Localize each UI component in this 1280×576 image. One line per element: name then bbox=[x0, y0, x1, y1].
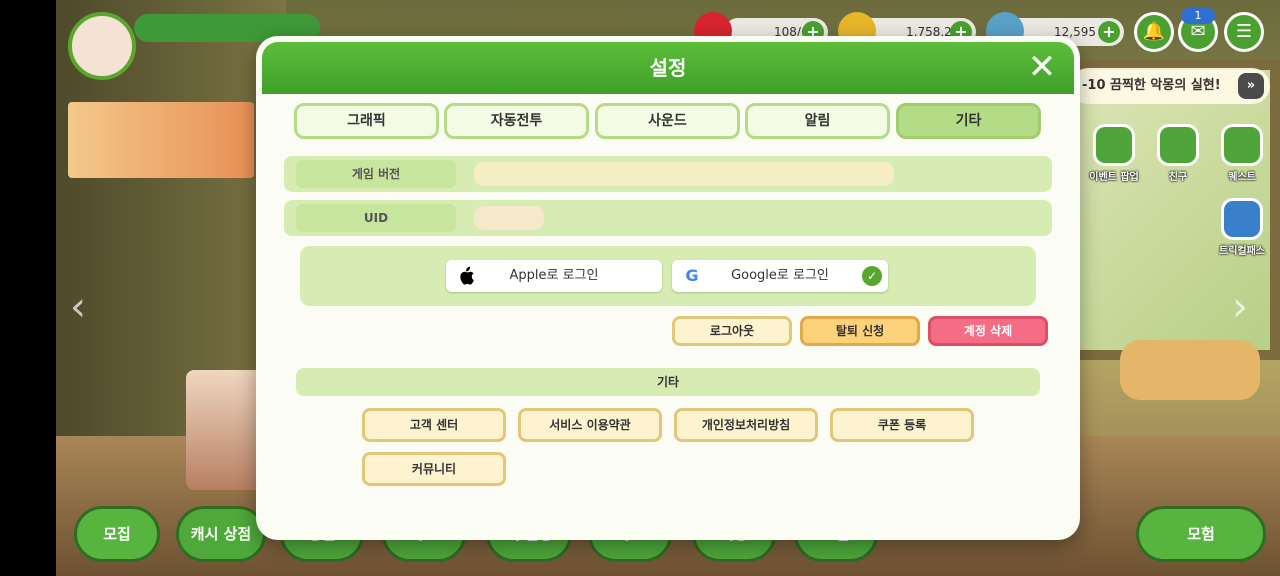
tab-notification-label: 알림 bbox=[804, 113, 831, 129]
player-avatar[interactable] bbox=[68, 12, 136, 80]
privacy-policy-button[interactable]: 개인정보처리방침 bbox=[674, 408, 818, 442]
apple-login-label: Apple로 로그인 bbox=[509, 268, 599, 283]
nav-adventure-label: 모험 bbox=[1187, 525, 1215, 543]
game-version-row: 게임 버전 bbox=[284, 156, 1052, 192]
withdraw-label: 탈퇴 신청 bbox=[835, 324, 885, 338]
uid-row: UID bbox=[284, 200, 1052, 236]
etc-section-header: 기타 bbox=[296, 368, 1040, 396]
tab-auto-battle-label: 자동전투 bbox=[490, 113, 543, 129]
letterbox-left bbox=[0, 0, 56, 576]
pass-icon bbox=[1221, 198, 1263, 240]
google-icon: G bbox=[685, 266, 699, 285]
community-label: 커뮤니티 bbox=[411, 462, 457, 476]
uid-label: UID bbox=[296, 204, 456, 232]
trickcal-pass-button[interactable]: 트릭컬패스 bbox=[1214, 198, 1270, 257]
tab-graphics-label: 그래픽 bbox=[347, 113, 386, 129]
tab-auto-battle[interactable]: 자동전투 bbox=[444, 103, 589, 139]
tab-etc-label: 기타 bbox=[955, 113, 982, 129]
logout-button[interactable]: 로그아웃 bbox=[672, 316, 792, 346]
promo-banner[interactable] bbox=[68, 102, 254, 178]
tab-etc[interactable]: 기타 bbox=[896, 103, 1041, 139]
mail-badge: 1 bbox=[1181, 8, 1215, 24]
delete-account-label: 계정 삭제 bbox=[963, 324, 1013, 338]
nav-adventure[interactable]: 모험 bbox=[1136, 506, 1266, 562]
modal-title: 설정 bbox=[649, 56, 687, 80]
community-button[interactable]: 커뮤니티 bbox=[362, 452, 506, 486]
check-icon: ✓ bbox=[862, 266, 882, 286]
nav-recruit-label: 모집 bbox=[103, 525, 131, 543]
bell-icon[interactable]: 🔔 bbox=[1134, 12, 1174, 52]
bread-decoration bbox=[1120, 340, 1260, 400]
fast-forward-icon[interactable]: » bbox=[1238, 73, 1264, 99]
coupon-register-label: 쿠폰 등록 bbox=[877, 418, 927, 432]
friend-label: 친구 bbox=[1168, 172, 1188, 183]
privacy-policy-label: 개인정보처리방침 bbox=[701, 418, 791, 432]
customer-center-button[interactable]: 고객 센터 bbox=[362, 408, 506, 442]
friend-button[interactable]: 친구 bbox=[1150, 124, 1206, 183]
friend-icon bbox=[1157, 124, 1199, 166]
withdraw-button[interactable]: 탈퇴 신청 bbox=[800, 316, 920, 346]
logout-label: 로그아웃 bbox=[709, 324, 755, 338]
tab-sound-label: 사운드 bbox=[648, 113, 687, 129]
quest-button[interactable]: 퀘스트 bbox=[1214, 124, 1270, 183]
coupon-register-button[interactable]: 쿠폰 등록 bbox=[830, 408, 974, 442]
event-popup-label: 이벤트 팝업 bbox=[1089, 172, 1139, 183]
chevron-left-icon[interactable]: ‹ bbox=[70, 284, 86, 330]
quest-icon bbox=[1221, 124, 1263, 166]
quest-banner-text: -10 끔찍한 악몽의 실현! bbox=[1082, 78, 1221, 93]
nav-recruit[interactable]: 모집 bbox=[74, 506, 160, 562]
menu-icon[interactable]: ☰ bbox=[1224, 12, 1264, 52]
modal-header: 설정 ✕ bbox=[262, 42, 1074, 94]
quest-banner[interactable]: -10 끔찍한 악몽의 실현! » bbox=[1070, 68, 1270, 104]
delete-account-button[interactable]: 계정 삭제 bbox=[928, 316, 1048, 346]
apple-login-button[interactable]: Apple로 로그인 bbox=[446, 260, 662, 292]
settings-modal: 설정 ✕ 그래픽 자동전투 사운드 알림 기타 게임 버전 UID Apple로… bbox=[256, 36, 1080, 540]
crystal-add-button[interactable]: + bbox=[1098, 21, 1120, 43]
google-login-label: Google로 로그인 bbox=[731, 268, 829, 283]
cake-decoration bbox=[186, 370, 266, 490]
nav-cash-shop-label: 캐시 상점 bbox=[190, 525, 252, 543]
apple-icon bbox=[456, 266, 476, 286]
tab-notification[interactable]: 알림 bbox=[745, 103, 890, 139]
game-version-label: 게임 버전 bbox=[296, 160, 456, 188]
game-version-value-redacted bbox=[474, 162, 894, 186]
quest-label: 퀘스트 bbox=[1228, 172, 1256, 183]
chevron-right-icon[interactable]: › bbox=[1232, 284, 1248, 330]
close-icon[interactable]: ✕ bbox=[1024, 50, 1060, 86]
terms-of-service-button[interactable]: 서비스 이용약관 bbox=[518, 408, 662, 442]
trickcal-pass-label: 트릭컬패스 bbox=[1219, 246, 1265, 257]
event-icon bbox=[1093, 124, 1135, 166]
customer-center-label: 고객 센터 bbox=[409, 418, 459, 432]
event-popup-button[interactable]: 이벤트 팝업 bbox=[1086, 124, 1142, 183]
google-login-button[interactable]: G Google로 로그인 ✓ bbox=[672, 260, 888, 292]
login-box: Apple로 로그인 G Google로 로그인 ✓ bbox=[300, 246, 1036, 306]
uid-value-redacted bbox=[474, 206, 544, 230]
terms-of-service-label: 서비스 이용약관 bbox=[549, 418, 631, 432]
tab-graphics[interactable]: 그래픽 bbox=[294, 103, 439, 139]
nav-cash-shop[interactable]: 캐시 상점 bbox=[176, 506, 266, 562]
tab-sound[interactable]: 사운드 bbox=[595, 103, 740, 139]
